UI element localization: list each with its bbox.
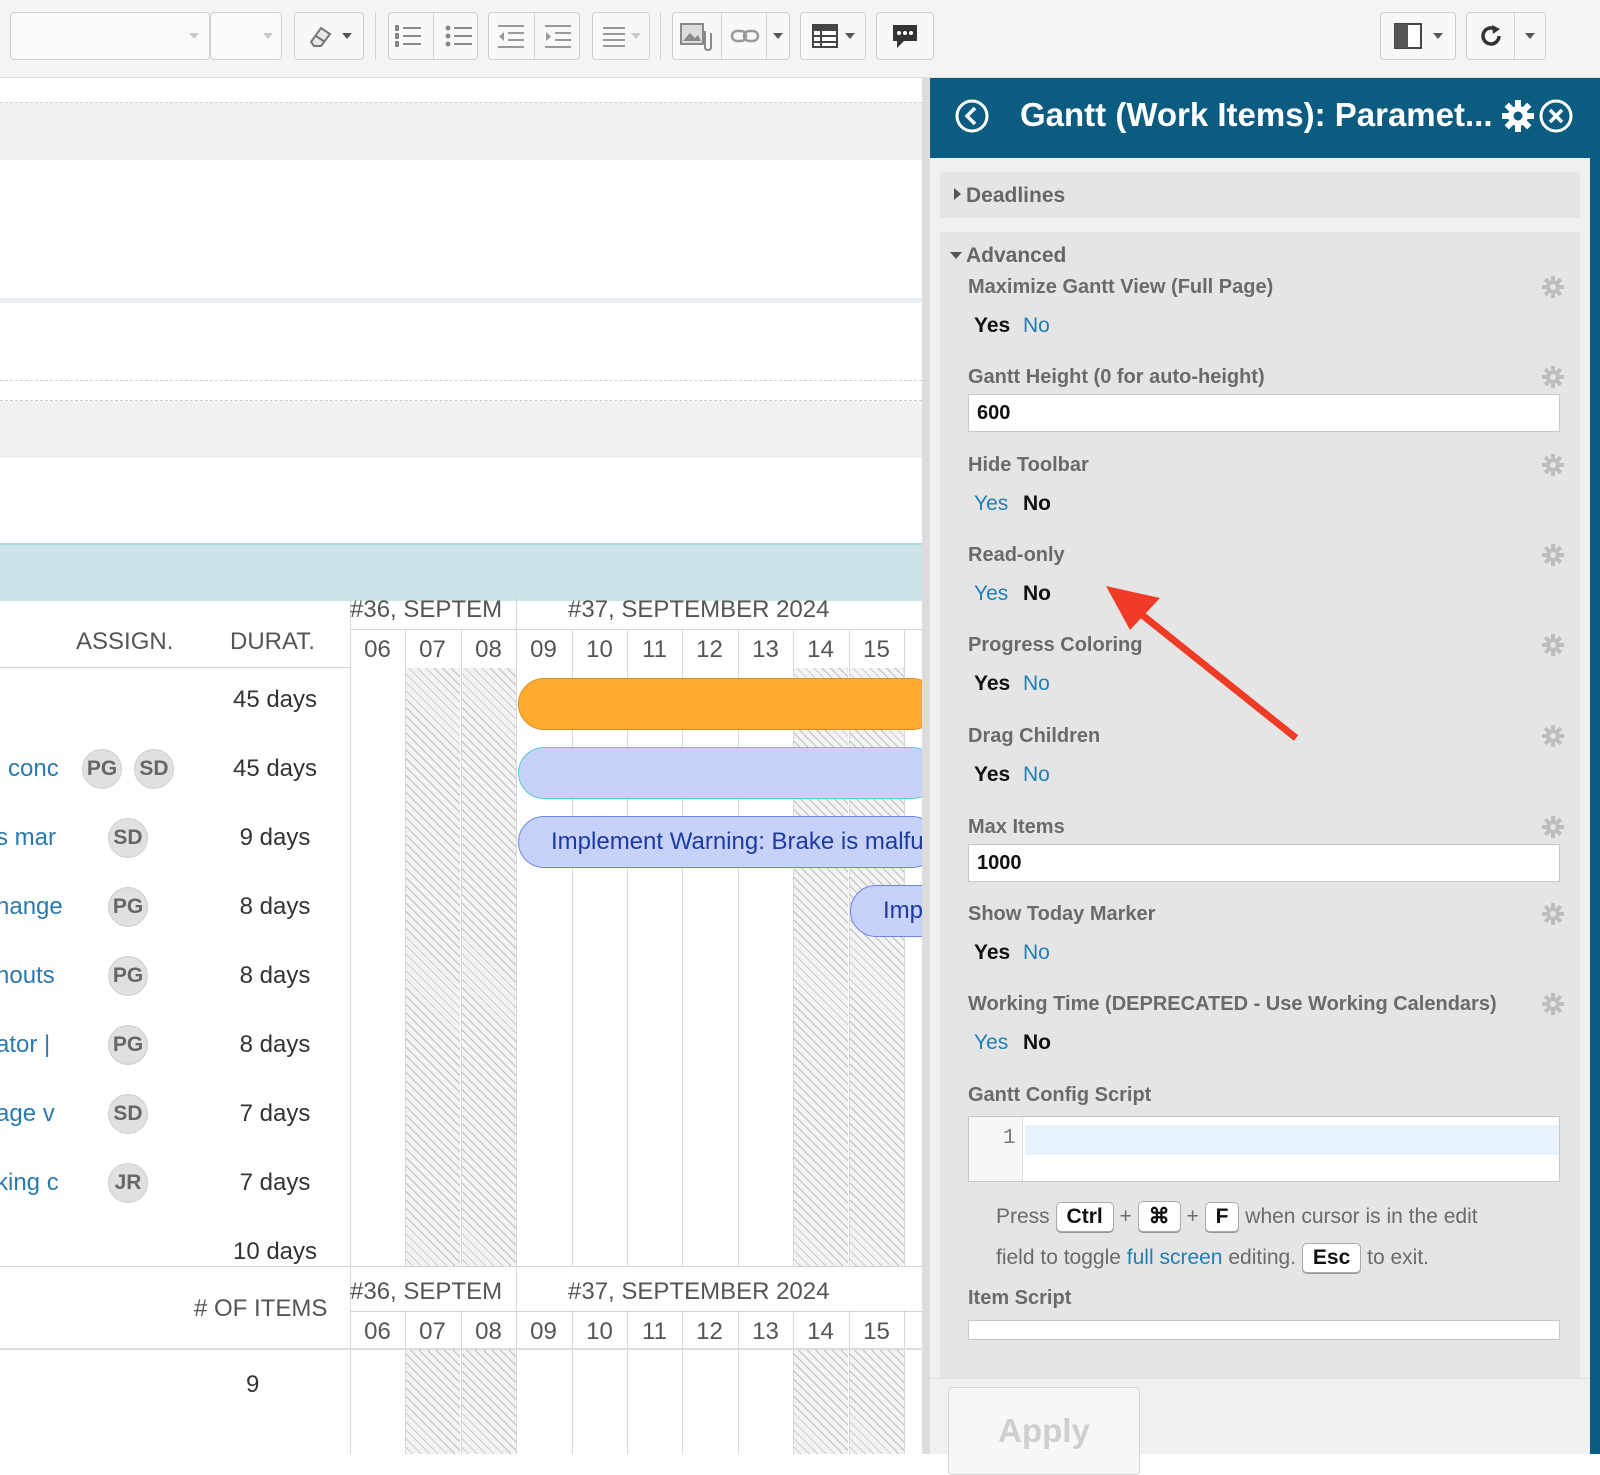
annotation-arrow xyxy=(1106,586,1299,741)
